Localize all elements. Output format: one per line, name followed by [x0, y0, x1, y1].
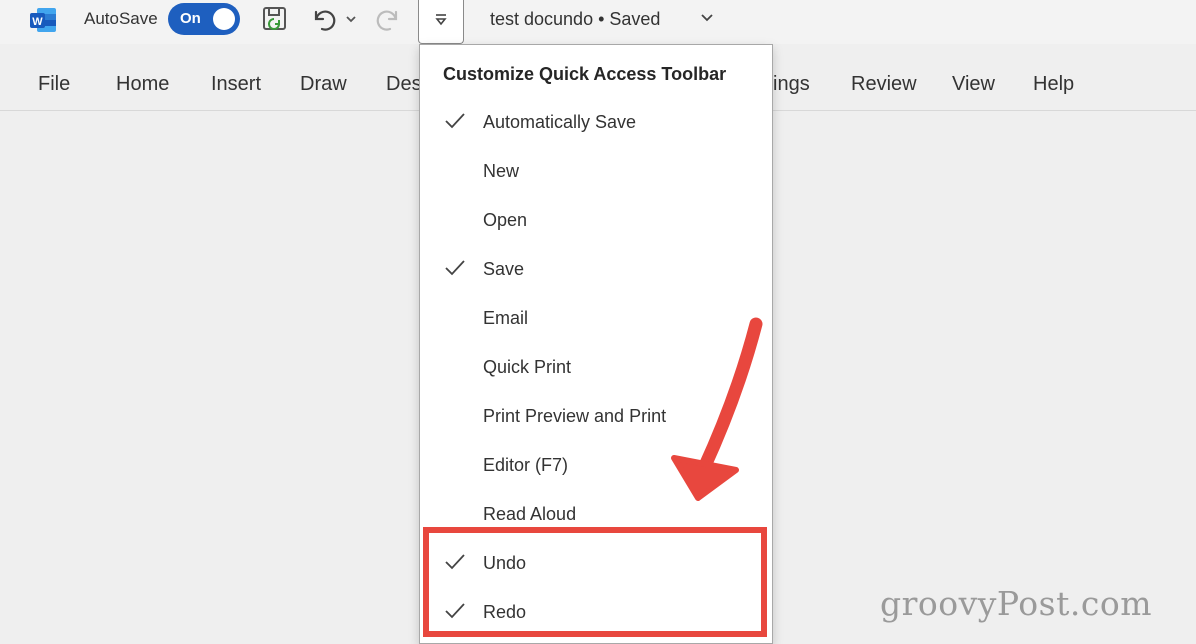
svg-text:W: W — [32, 16, 43, 28]
toggle-knob — [213, 8, 235, 30]
tab-design[interactable]: Des — [386, 73, 422, 96]
tab-home[interactable]: Home — [116, 73, 169, 96]
autosave-label: AutoSave — [84, 9, 158, 28]
menu-item-label: Save — [483, 259, 525, 279]
menu-item-automatically-save[interactable]: Automatically Save — [420, 100, 772, 149]
menu-item-label: Quick Print — [483, 357, 572, 377]
checkmark-icon — [445, 113, 465, 129]
menu-item-label: Read Aloud — [483, 504, 577, 524]
annotation-arrow-icon — [671, 317, 763, 501]
menu-item-save[interactable]: Save — [420, 247, 772, 296]
tab-help[interactable]: Help — [1033, 73, 1074, 96]
checkmark-icon — [445, 260, 465, 276]
tab-mailings[interactable]: ings — [773, 73, 810, 96]
menu-item-label: Email — [483, 308, 529, 328]
menu-item-label: New — [483, 161, 520, 181]
tab-draw[interactable]: Draw — [300, 73, 347, 96]
tab-view[interactable]: View — [952, 73, 995, 96]
highlight-box — [423, 527, 767, 637]
watermark: groovyPost.com — [880, 584, 1152, 623]
save-icon[interactable] — [260, 4, 290, 34]
autosave-state: On — [180, 10, 201, 27]
menu-header: Customize Quick Access Toolbar — [443, 64, 727, 84]
tab-insert[interactable]: Insert — [211, 73, 261, 96]
redo-icon[interactable] — [372, 4, 404, 34]
undo-icon[interactable] — [308, 4, 340, 34]
tab-file[interactable]: File — [38, 73, 70, 96]
menu-item-new[interactable]: New — [420, 149, 772, 198]
customize-dropdown-icon — [435, 14, 447, 26]
title-bar: W AutoSave On test docundo • Saved — [0, 0, 1196, 44]
word-app-icon[interactable]: W — [28, 6, 58, 34]
autosave-toggle[interactable]: On — [168, 3, 240, 35]
tab-review[interactable]: Review — [851, 73, 917, 96]
menu-item-label: Automatically Save — [483, 112, 637, 132]
menu-item-label: Print Preview and Print — [483, 406, 667, 426]
chevron-down-icon[interactable] — [700, 13, 714, 23]
document-title[interactable]: test docundo • Saved — [490, 9, 660, 30]
customize-toolbar-button[interactable] — [418, 0, 464, 44]
menu-item-open[interactable]: Open — [420, 198, 772, 247]
menu-item-label: Open — [483, 210, 528, 230]
undo-dropdown-icon[interactable] — [345, 14, 357, 24]
menu-item-label: Editor (F7) — [483, 455, 569, 475]
